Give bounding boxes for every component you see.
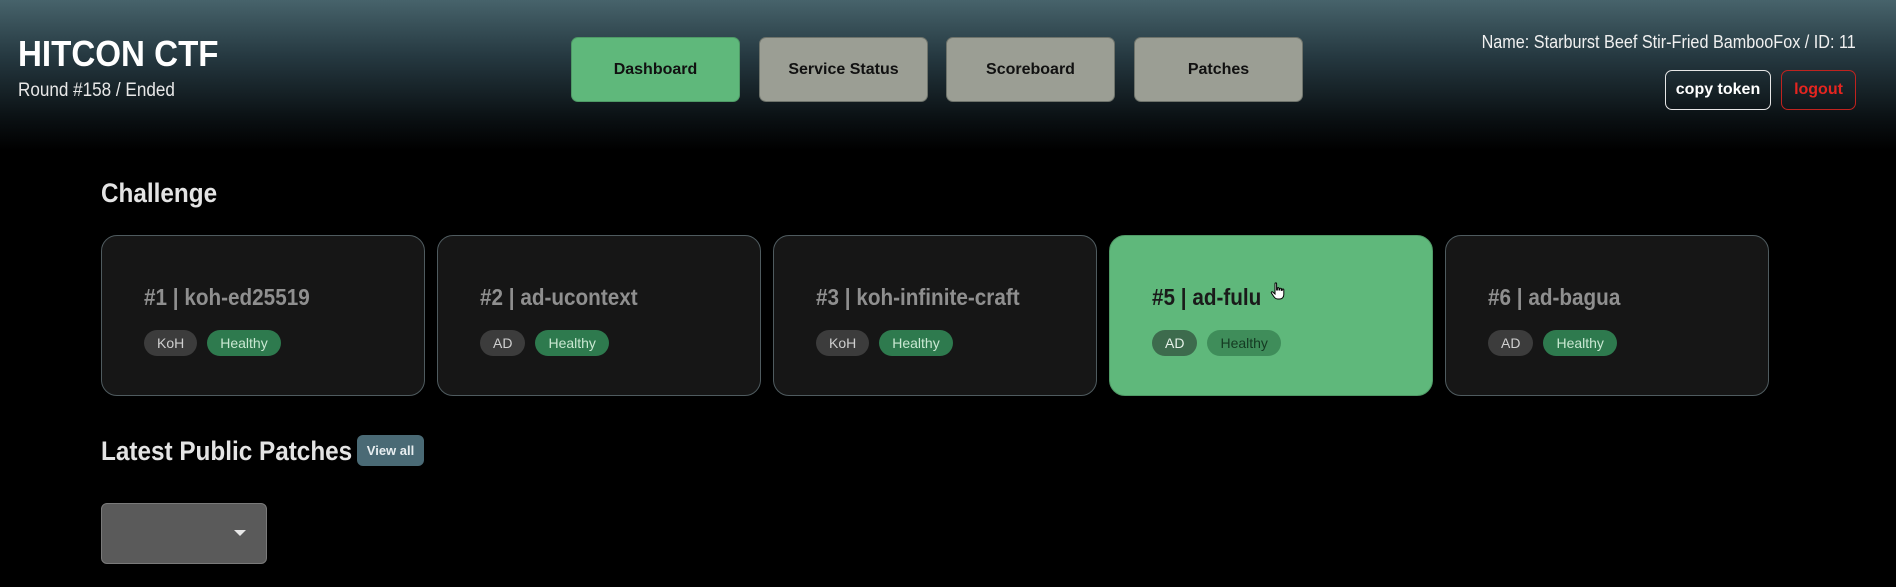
nav-scoreboard[interactable]: Scoreboard [946,37,1115,102]
caret-down-icon [234,530,246,536]
challenge-card-ad-bagua[interactable]: #6 | ad-bagua AD Healthy [1445,235,1769,396]
challenge-cards: #1 | koh-ed25519 KoH Healthy #2 | ad-uco… [101,235,1771,398]
status-badge: Healthy [535,330,609,356]
challenge-card-title: #5 | ad-fulu [1152,284,1262,310]
nav-service-status[interactable]: Service Status [759,37,928,102]
challenge-tags: KoH Healthy [816,330,953,356]
challenge-tags: AD Healthy [1488,330,1617,356]
challenge-card-ad-ucontext[interactable]: #2 | ad-ucontext AD Healthy [437,235,761,396]
challenge-card-koh-ed25519[interactable]: #1 | koh-ed25519 KoH Healthy [101,235,425,396]
user-actions: copy token logout [1665,70,1856,110]
patch-challenge-select[interactable] [101,503,267,564]
nav-dashboard[interactable]: Dashboard [571,37,740,102]
logout-button[interactable]: logout [1781,70,1856,110]
challenge-card-title: #1 | koh-ed25519 [144,284,310,310]
user-panel: Name: Starburst Beef Stir-Fried BambooFo… [1440,32,1856,110]
challenge-card-title: #3 | koh-infinite-craft [816,284,1020,310]
user-name: Name: Starburst Beef Stir-Fried BambooFo… [1481,32,1856,52]
challenge-tags: AD Healthy [1152,330,1281,356]
challenge-card-title: #2 | ad-ucontext [480,284,638,310]
status-badge: Healthy [879,330,953,356]
status-badge: Healthy [207,330,281,356]
latest-patches-heading: Latest Public Patches [101,436,353,466]
view-all-button[interactable]: View all [357,435,424,466]
challenge-card-koh-infinite-craft[interactable]: #3 | koh-infinite-craft KoH Healthy [773,235,1097,396]
challenge-heading: Challenge [101,178,218,208]
challenge-type-badge: AD [480,330,526,356]
hand-cursor-icon [1270,282,1285,300]
site-title[interactable]: HITCON CTF [18,34,219,74]
challenge-type-badge: AD [1152,330,1198,356]
challenge-tags: AD Healthy [480,330,609,356]
copy-token-button[interactable]: copy token [1665,70,1771,110]
challenge-type-badge: AD [1488,330,1534,356]
brand: HITCON CTF Round #158 / Ended [18,34,236,102]
status-badge: Healthy [1543,330,1617,356]
challenge-tags: KoH Healthy [144,330,281,356]
challenge-type-badge: KoH [144,330,198,356]
top-header: HITCON CTF Round #158 / Ended Dashboard … [0,0,1896,150]
challenge-card-title: #6 | ad-bagua [1488,284,1621,310]
round-status: Round #158 / Ended [18,80,175,101]
challenge-card-ad-fulu[interactable]: #5 | ad-fulu AD Healthy [1109,235,1433,396]
nav-patches[interactable]: Patches [1134,37,1303,102]
challenge-type-badge: KoH [816,330,870,356]
status-badge: Healthy [1207,330,1281,356]
